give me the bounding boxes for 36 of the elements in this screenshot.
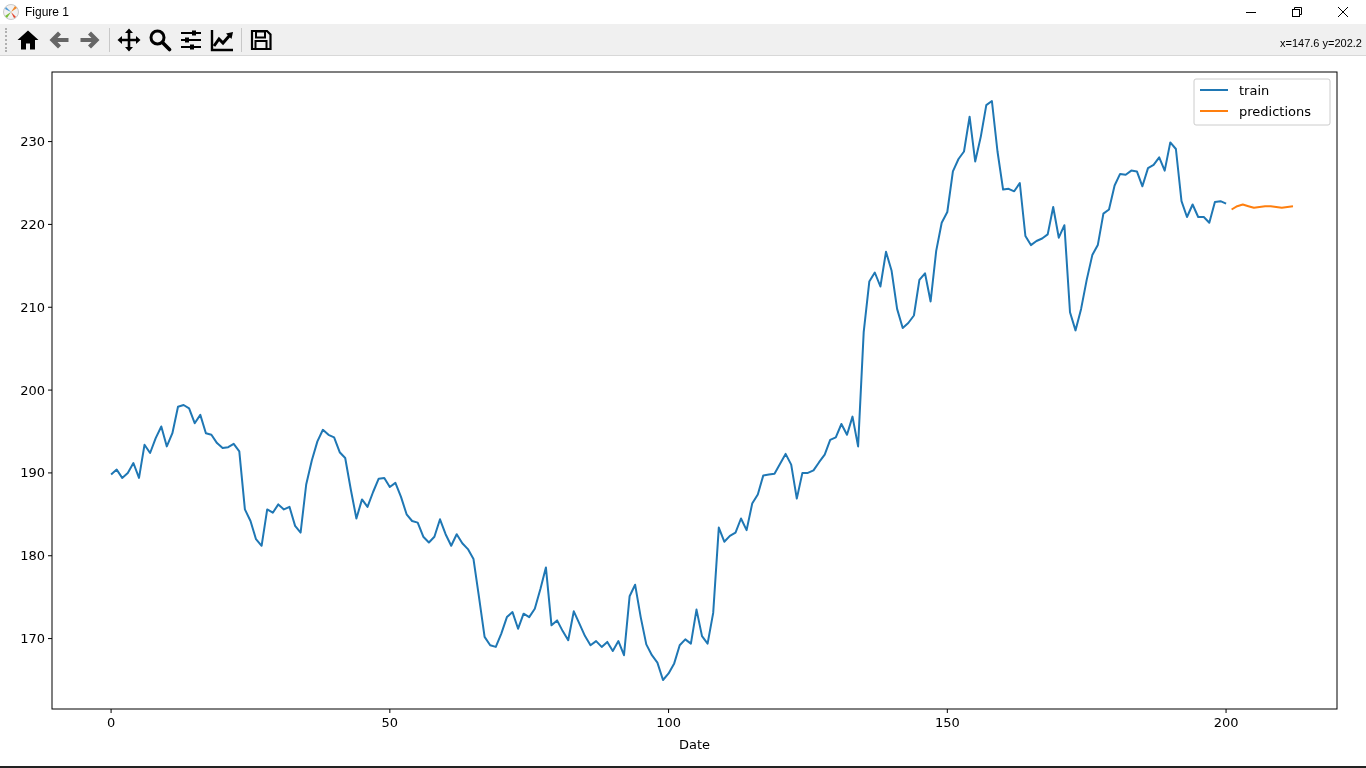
tick-label: 170 xyxy=(20,631,45,647)
move-arrows-icon xyxy=(117,27,141,52)
window-title: Figure 1 xyxy=(25,5,70,19)
tick-mark xyxy=(47,223,53,225)
tick-label: 150 xyxy=(934,715,960,730)
tick-mark xyxy=(47,638,53,640)
tick-mark xyxy=(1225,708,1227,714)
cursor-coordinates: x=147.6 y=202.2 xyxy=(1280,36,1362,49)
tick-label: 230 xyxy=(20,134,45,150)
close-icon xyxy=(1338,7,1348,17)
tick-label: 210 xyxy=(20,299,45,315)
tick-label: 190 xyxy=(20,465,45,481)
app-icon xyxy=(3,4,19,20)
tick-label: 50 xyxy=(381,715,399,730)
tick-mark xyxy=(668,708,670,714)
tick-mark xyxy=(47,306,53,308)
axis-label: Date xyxy=(678,737,711,752)
tick-mark xyxy=(47,141,53,143)
tick-label: 200 xyxy=(1213,715,1239,730)
tick-label: 180 xyxy=(20,548,45,564)
tick-mark xyxy=(47,555,53,557)
tick-mark xyxy=(47,389,53,391)
search-icon xyxy=(148,27,172,52)
legend-label: train xyxy=(1239,83,1270,98)
tick-mark xyxy=(389,708,391,714)
restore-icon xyxy=(1292,7,1302,17)
tick-mark xyxy=(47,472,53,474)
legend-label: predictions xyxy=(1239,104,1311,119)
tick-label: 0 xyxy=(106,715,116,730)
line-chart-icon xyxy=(210,27,234,52)
tick-label: 220 xyxy=(20,216,45,232)
tick-label: 200 xyxy=(20,382,45,398)
tick-label: 100 xyxy=(656,715,681,730)
tick-mark xyxy=(946,708,948,714)
tick-mark xyxy=(110,708,112,714)
line-series xyxy=(1230,203,1294,211)
